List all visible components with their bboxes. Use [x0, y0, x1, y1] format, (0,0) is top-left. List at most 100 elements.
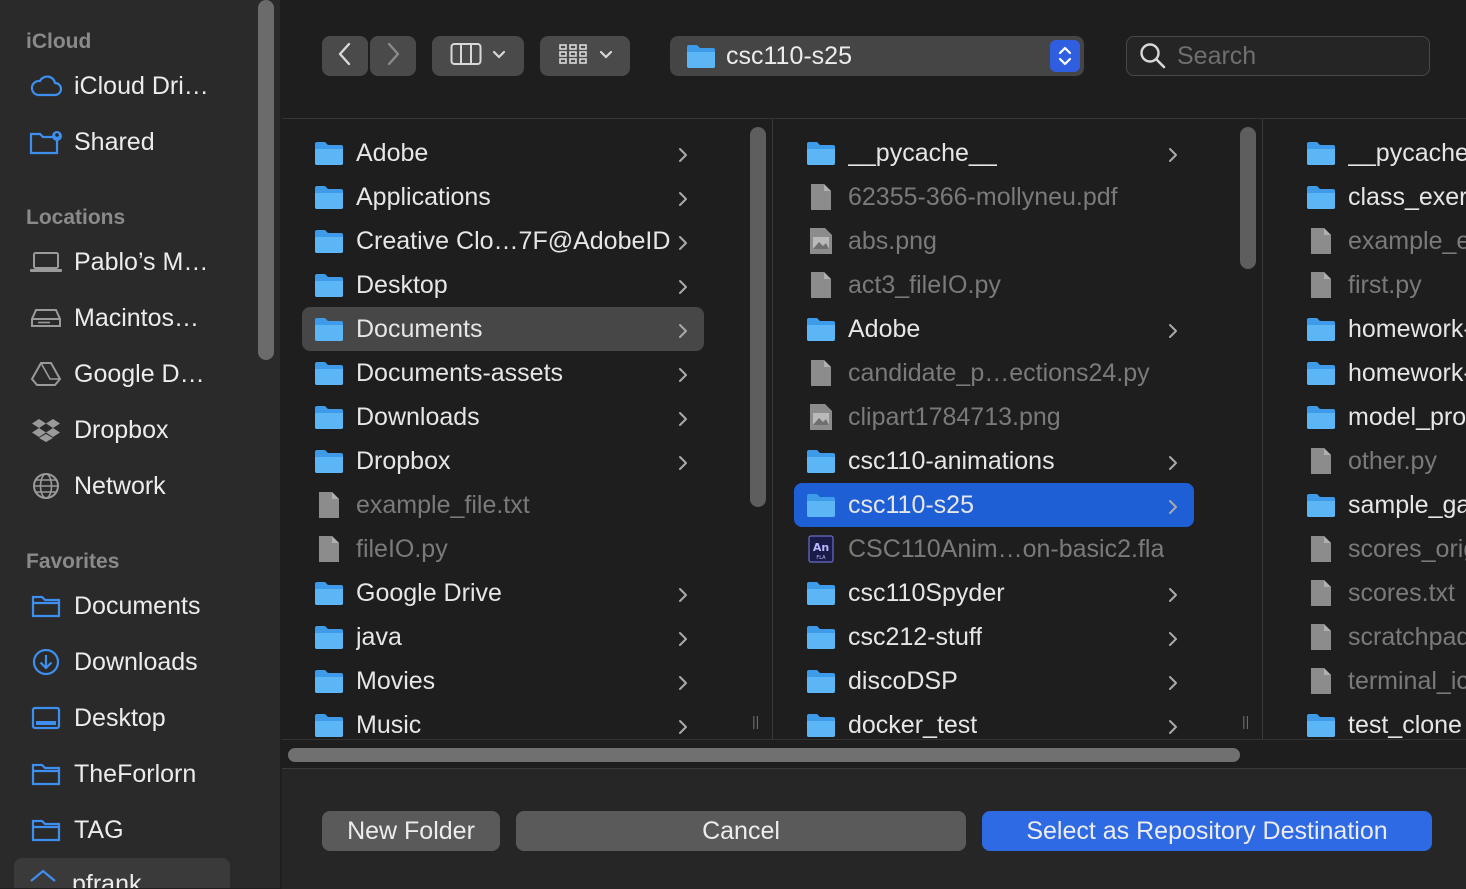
new-folder-button[interactable]: New Folder: [322, 811, 500, 851]
item-name: example_file.txt: [356, 490, 530, 519]
folder-icon: [1306, 403, 1336, 431]
sidebar-item-dropbox[interactable]: Dropbox: [20, 408, 250, 452]
sidebar-item-tag[interactable]: TAG: [20, 808, 250, 852]
dropbox-icon: [26, 415, 66, 445]
group-by-button[interactable]: [540, 36, 630, 76]
chevron-right-icon: [385, 42, 401, 71]
path-value: csc110-s25: [726, 41, 852, 70]
horizontal-scrollbar[interactable]: [282, 739, 1466, 770]
folder-icon: [1306, 183, 1336, 211]
browser-column-1[interactable]: Adobe Applications Creative Clo…7F@AdobeID…: [282, 119, 744, 739]
sidebar-item-shared[interactable]: Shared: [20, 120, 250, 164]
folder-row[interactable]: Creative Clo…7F@AdobeID: [302, 219, 704, 263]
search-field[interactable]: [1126, 36, 1430, 76]
file-row[interactable]: terminal_ic: [1294, 659, 1466, 703]
folder-row[interactable]: homework-: [1294, 351, 1466, 395]
sidebar-item-icloud-drive[interactable]: iCloud Dri…: [20, 64, 250, 108]
folder-row[interactable]: csc110Spyder: [794, 571, 1194, 615]
folder-row[interactable]: __pycache: [1294, 131, 1466, 175]
folder-row[interactable]: Desktop: [302, 263, 704, 307]
sidebar-item-theforlorn[interactable]: TheForlorn: [20, 752, 250, 796]
column-resize-handle[interactable]: ||: [752, 713, 762, 729]
document-icon: [1306, 667, 1336, 695]
folder-icon: [806, 711, 836, 739]
folder-row[interactable]: csc110-s25: [794, 483, 1194, 527]
file-row[interactable]: 62355-366-mollyneu.pdf: [794, 175, 1194, 219]
item-name: __pycache__: [848, 138, 997, 167]
browser-column-3[interactable]: __pycache class_exerc example_e first.py hom…: [1264, 119, 1466, 739]
folder-icon: [806, 491, 836, 519]
folder-row[interactable]: Dropbox: [302, 439, 704, 483]
path-popup-button[interactable]: csc110-s25: [670, 36, 1084, 76]
file-row[interactable]: scratchpad: [1294, 615, 1466, 659]
browser-column-2[interactable]: __pycache__ 62355-366-mollyneu.pdf abs.png…: [774, 119, 1234, 739]
sidebar-item-desktop[interactable]: Desktop: [20, 696, 250, 740]
cancel-button[interactable]: Cancel: [516, 811, 966, 851]
section-header-favorites: Favorites: [26, 550, 120, 573]
sidebar-item-network[interactable]: Network: [20, 464, 250, 508]
folder-row[interactable]: Adobe: [794, 307, 1194, 351]
file-row[interactable]: clipart1784713.png: [794, 395, 1194, 439]
horizontal-scrollbar-thumb[interactable]: [288, 748, 1240, 762]
item-name: homework-: [1348, 314, 1466, 343]
sidebar-item-google-drive[interactable]: Google D…: [20, 352, 250, 396]
sidebar-item-macbook[interactable]: Pablo’s M…: [20, 240, 250, 284]
sidebar-item-downloads[interactable]: Downloads: [20, 640, 250, 684]
file-row[interactable]: act3_fileIO.py: [794, 263, 1194, 307]
chevron-right-icon: [1166, 583, 1180, 603]
file-row[interactable]: example_file.txt: [302, 483, 704, 527]
folder-row[interactable]: homework-: [1294, 307, 1466, 351]
folder-icon: [806, 623, 836, 651]
view-mode-button[interactable]: [432, 36, 524, 76]
folder-row[interactable]: csc212-stuff: [794, 615, 1194, 659]
column-1-scrollbar[interactable]: [750, 127, 766, 507]
search-input[interactable]: [1175, 40, 1419, 72]
chevron-right-icon: [1166, 671, 1180, 691]
column-resize-handle[interactable]: ||: [1242, 713, 1252, 729]
document-icon: [1306, 271, 1336, 299]
file-row[interactable]: first.py: [1294, 263, 1466, 307]
file-row[interactable]: An FLA CSC110Anim…on-basic2.fla: [794, 527, 1194, 571]
folder-row[interactable]: Movies: [302, 659, 704, 703]
folder-row[interactable]: model_pro: [1294, 395, 1466, 439]
file-row[interactable]: example_e: [1294, 219, 1466, 263]
item-name: first.py: [1348, 270, 1422, 299]
sidebar-item-home[interactable]: pfrank: [14, 858, 230, 888]
folder-row[interactable]: sample_ga: [1294, 483, 1466, 527]
file-row[interactable]: other.py: [1294, 439, 1466, 483]
file-row[interactable]: fileIO.py: [302, 527, 704, 571]
file-row[interactable]: scores.txt: [1294, 571, 1466, 615]
folder-row[interactable]: csc110-animations: [794, 439, 1194, 483]
folder-row[interactable]: test_clone: [1294, 703, 1466, 739]
file-row[interactable]: abs.png: [794, 219, 1194, 263]
folder-row[interactable]: discoDSP: [794, 659, 1194, 703]
item-name: abs.png: [848, 226, 937, 255]
sidebar-item-documents[interactable]: Documents: [20, 584, 250, 628]
forward-button[interactable]: [370, 36, 416, 76]
back-button[interactable]: [322, 36, 368, 76]
sidebar-item-label: Network: [74, 471, 166, 500]
sidebar-scrollbar[interactable]: [258, 0, 274, 360]
folder-row[interactable]: Google Drive: [302, 571, 704, 615]
column-browser: Adobe Applications Creative Clo…7F@AdobeID…: [282, 118, 1466, 770]
column-2-scrollbar[interactable]: [1240, 127, 1256, 269]
chevron-down-icon: [492, 47, 506, 65]
item-name: Movies: [356, 666, 436, 695]
file-row[interactable]: scores_orig: [1294, 527, 1466, 571]
folder-icon: [314, 623, 344, 651]
folder-row[interactable]: Downloads: [302, 395, 704, 439]
folder-row[interactable]: docker_test: [794, 703, 1194, 739]
chevron-right-icon: [676, 187, 690, 207]
folder-row[interactable]: Documents: [302, 307, 704, 351]
folder-row[interactable]: Music: [302, 703, 704, 739]
folder-row[interactable]: java: [302, 615, 704, 659]
select-destination-button[interactable]: Select as Repository Destination: [982, 811, 1432, 851]
folder-row[interactable]: class_exerc: [1294, 175, 1466, 219]
folder-row[interactable]: Documents-assets: [302, 351, 704, 395]
folder-row[interactable]: Applications: [302, 175, 704, 219]
sidebar-item-macintosh-hd[interactable]: Macintos…: [20, 296, 250, 340]
file-row[interactable]: candidate_p…ections24.py: [794, 351, 1194, 395]
folder-row[interactable]: Adobe: [302, 131, 704, 175]
chevron-right-icon: [676, 319, 690, 339]
folder-row[interactable]: __pycache__: [794, 131, 1194, 175]
